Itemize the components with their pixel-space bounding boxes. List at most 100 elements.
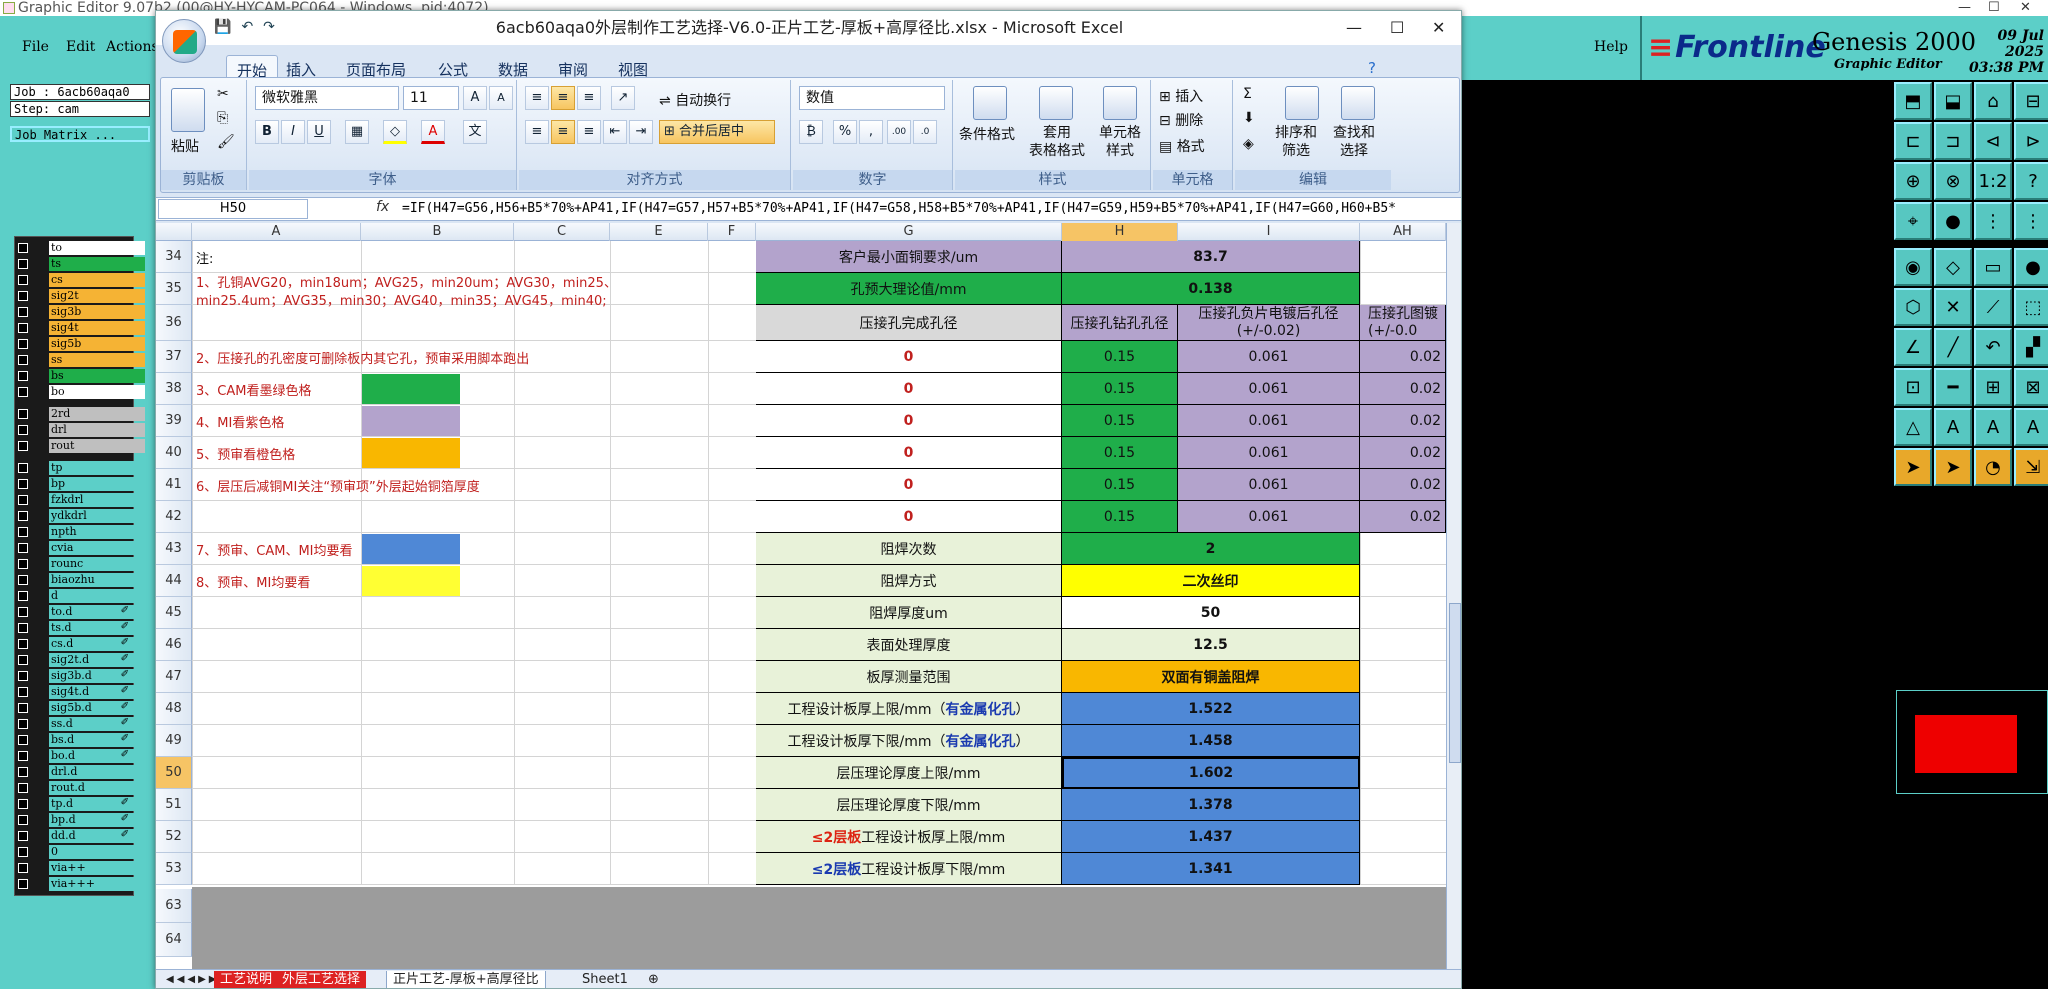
layer-row[interactable]: bp [15,476,145,492]
row-header-53[interactable]: 53 [156,853,192,885]
row-header-64[interactable]: 64 [156,923,192,957]
find-select-button[interactable]: 查找和 选择 [1333,124,1375,160]
column-header-A[interactable]: A [192,223,361,241]
cell-g-label[interactable]: 工程设计板厚上限/mm（ 有金属化孔） [756,693,1062,725]
cell-style-button[interactable]: 单元格 样式 [1099,124,1141,160]
tool-button-icon[interactable]: ➤ [1934,448,1972,486]
cell-g-label[interactable]: 表面处理厚度 [756,629,1062,661]
new-sheet-icon[interactable]: ⊕ [642,971,665,988]
layer-row[interactable]: ydkdrl [15,508,145,524]
align-left-icon[interactable]: ≡ [525,120,549,144]
layer-row[interactable]: d [15,588,145,604]
row-header-46[interactable]: 46 [156,629,192,661]
paste-button[interactable]: 粘贴 [171,136,199,156]
conditional-format-button[interactable]: 条件格式 [959,124,1015,144]
decrease-indent-icon[interactable]: ⇤ [603,120,627,144]
cell-h[interactable]: 0.15 [1062,501,1178,533]
layer-row[interactable]: rout [15,438,145,454]
increase-indent-icon[interactable]: ⇥ [629,120,653,144]
vertical-scrollbar[interactable] [1446,223,1461,969]
layer-checkbox[interactable] [18,879,28,889]
select-all-corner[interactable] [156,223,192,241]
layer-checkbox[interactable] [18,355,28,365]
layer-checkbox[interactable] [18,307,28,317]
sort-filter-icon[interactable] [1285,86,1319,120]
cell-g34[interactable]: 客户最小面铜要求/um [756,241,1062,273]
decrease-decimal-icon[interactable]: .0 [913,120,937,144]
cell-h-value[interactable]: 1.522 [1062,693,1360,725]
tool-button-icon[interactable]: ⊠ [2014,368,2048,406]
insert-cells-button[interactable]: ⊞ 插入 [1159,86,1203,106]
layer-checkbox[interactable] [18,751,28,761]
cell-ah[interactable]: 0.02 [1360,405,1446,437]
tool-button-icon[interactable]: A [1934,408,1972,446]
column-header-AH[interactable]: AH [1360,223,1446,241]
layer-row[interactable]: sig2t.d ✐ [15,652,145,668]
grow-font-icon[interactable]: A [463,86,487,110]
layer-checkbox[interactable] [18,591,28,601]
scroll-thumb[interactable] [1449,603,1461,763]
layer-row[interactable]: cs [15,272,145,288]
column-header-F[interactable]: F [708,223,756,241]
cell-g[interactable]: 0 [756,501,1062,533]
cell-h-value[interactable]: 1.437 [1062,821,1360,853]
row-header-43[interactable]: 43 [156,533,192,565]
close-icon[interactable]: ✕ [2020,0,2031,16]
cell-i36[interactable]: 压接孔负片电镀后孔径 (+/-0.02) [1178,305,1360,341]
accounting-icon[interactable]: ₿ [799,120,823,144]
cell-h[interactable]: 0.15 [1062,405,1178,437]
tool-button-icon[interactable]: ↶ [1974,328,2012,366]
cell-g[interactable]: 0 [756,341,1062,373]
maximize-icon[interactable]: ☐ [1988,0,2000,16]
layer-row[interactable]: ss.d ✐ [15,716,145,732]
job-matrix-button[interactable]: Job Matrix ... [10,126,150,142]
fill-color-icon[interactable]: ◇ [383,120,407,144]
tool-button-icon[interactable]: 1:2 [1974,162,2012,200]
cut-icon[interactable]: ✂ [217,86,229,102]
tool-button-icon[interactable]: ● [2014,248,2048,286]
tool-button-icon[interactable]: ◉ [1894,248,1932,286]
cell-h-value[interactable]: 1.458 [1062,725,1360,757]
cell-g36[interactable]: 压接孔完成孔径 [756,305,1062,341]
tool-button-icon[interactable]: ⊗ [1934,162,1972,200]
layer-row[interactable]: to [15,240,145,256]
layer-row[interactable]: to.d ✐ [15,604,145,620]
tool-button-icon[interactable]: ∠ [1894,328,1932,366]
layer-checkbox[interactable] [18,409,28,419]
row-header-44[interactable]: 44 [156,565,192,597]
column-header-I[interactable]: I [1178,223,1360,241]
cell-g-label[interactable]: 阻焊厚度um [756,597,1062,629]
tool-button-icon[interactable]: A [1974,408,2012,446]
cell-h-value[interactable]: 1.378 [1062,789,1360,821]
layer-row[interactable]: bp.d ✐ [15,812,145,828]
orientation-icon[interactable]: ↗ [611,86,635,110]
cell-h[interactable]: 0.15 [1062,469,1178,501]
layer-row[interactable]: bo.d ✐ [15,748,145,764]
cell-h-value[interactable]: 双面有铜盖阻焊 [1062,661,1360,693]
cell-ah[interactable]: 0.02 [1360,373,1446,405]
cell-h[interactable]: 0.15 [1062,437,1178,469]
tool-button-icon[interactable]: ⌖ [1894,202,1932,240]
worksheet-grid[interactable]: A B C E F G H I AH 34 35 36 37 38 39 40 41 42 43 44 45 46 47 48… [156,223,1446,969]
align-center-icon[interactable]: ≡ [551,120,575,144]
name-box[interactable]: H50 [158,199,308,219]
layer-row[interactable]: rounc [15,556,145,572]
layer-checkbox[interactable] [18,479,28,489]
row-header-38[interactable]: 38 [156,373,192,405]
cell-g[interactable]: 0 [756,469,1062,501]
layer-checkbox[interactable] [18,387,28,397]
layer-row[interactable]: cs.d ✐ [15,636,145,652]
row-header-63[interactable]: 63 [156,889,192,923]
align-middle-icon[interactable]: ≡ [551,86,575,110]
cell-ah[interactable]: 0.02 [1360,501,1446,533]
align-top-icon[interactable]: ≡ [525,86,549,110]
tool-button-icon[interactable]: ➤ [1894,448,1932,486]
layer-row[interactable]: sig3b [15,304,145,320]
conditional-format-icon[interactable] [973,86,1007,120]
layer-row[interactable]: sig2t [15,288,145,304]
paste-icon[interactable] [171,88,205,132]
tool-button-icon[interactable]: ⇲ [2014,448,2048,486]
sort-filter-button[interactable]: 排序和 筛选 [1275,124,1317,160]
layer-checkbox[interactable] [18,831,28,841]
cell-h[interactable]: 0.15 [1062,373,1178,405]
